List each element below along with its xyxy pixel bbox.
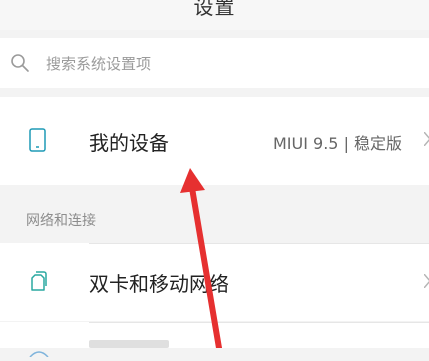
chevron-right-icon [423,131,429,147]
sim-card-icon [28,269,50,293]
section-title-network: 网络和连接 [26,213,96,229]
my-device-label: 我的设备 [89,131,169,155]
chevron-right-icon [423,273,429,289]
search-placeholder[interactable]: 搜索系统设置项 [46,53,151,74]
header-bar: 设置 [0,0,429,30]
row-divider [89,243,429,244]
search-bar[interactable]: 搜索系统设置项 [0,38,429,88]
search-icon [10,53,30,73]
page-title: 设置 [193,0,236,19]
next-row-partial[interactable] [0,322,429,358]
my-device-row[interactable]: 我的设备 MIUI 9.5 | 稳定版 [0,97,429,185]
wlan-icon [28,342,50,358]
dual-sim-label: 双卡和移动网络 [89,272,229,296]
row-divider [89,322,429,323]
next-row-label-cutoff [89,340,169,348]
dual-sim-mobile-network-row[interactable]: 双卡和移动网络 [0,243,429,321]
miui-version-value: MIUI 9.5 | 稳定版 [273,134,403,153]
phone-icon [28,128,48,153]
